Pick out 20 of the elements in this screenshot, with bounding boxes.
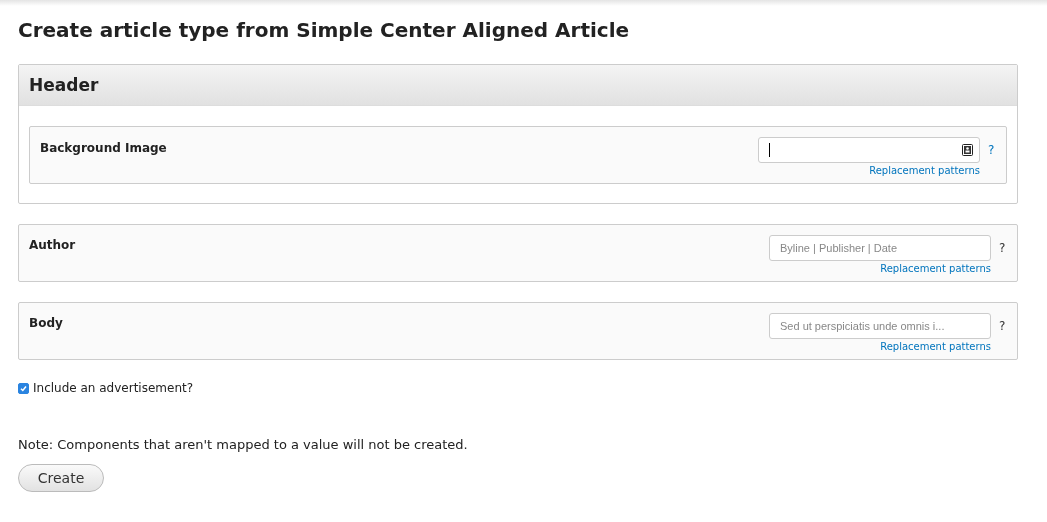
- input-field[interactable]: [758, 137, 980, 163]
- field-label: Background Image: [40, 141, 167, 157]
- checkbox-label[interactable]: Include an advertisement?: [33, 381, 194, 395]
- help-link[interactable]: ?: [988, 143, 996, 157]
- contact-card-icon[interactable]: [962, 144, 973, 156]
- field-label: Body: [29, 316, 63, 332]
- page-title: Create article type from Simple Center Aligned Article: [18, 17, 631, 44]
- replacement-patterns-link[interactable]: Replacement patterns: [880, 341, 991, 352]
- replacement-patterns-link[interactable]: Replacement patterns: [869, 165, 980, 176]
- help-link[interactable]: ?: [999, 319, 1007, 333]
- field-label: Author: [29, 238, 76, 254]
- checkbox[interactable]: [18, 382, 29, 394]
- section-title: Header: [29, 75, 99, 95]
- replacement-patterns-link[interactable]: Replacement patterns: [880, 263, 991, 274]
- text-cursor: [769, 143, 770, 157]
- note-text: Note: Components that aren't mapped to a value will not be created.: [18, 437, 469, 452]
- create-button[interactable]: Create: [18, 464, 104, 492]
- input-field[interactable]: Byline | Publisher | Date: [769, 235, 991, 261]
- help-link[interactable]: ?: [999, 241, 1007, 255]
- input-field[interactable]: Sed ut perspiciatis unde omnis i...: [769, 313, 991, 339]
